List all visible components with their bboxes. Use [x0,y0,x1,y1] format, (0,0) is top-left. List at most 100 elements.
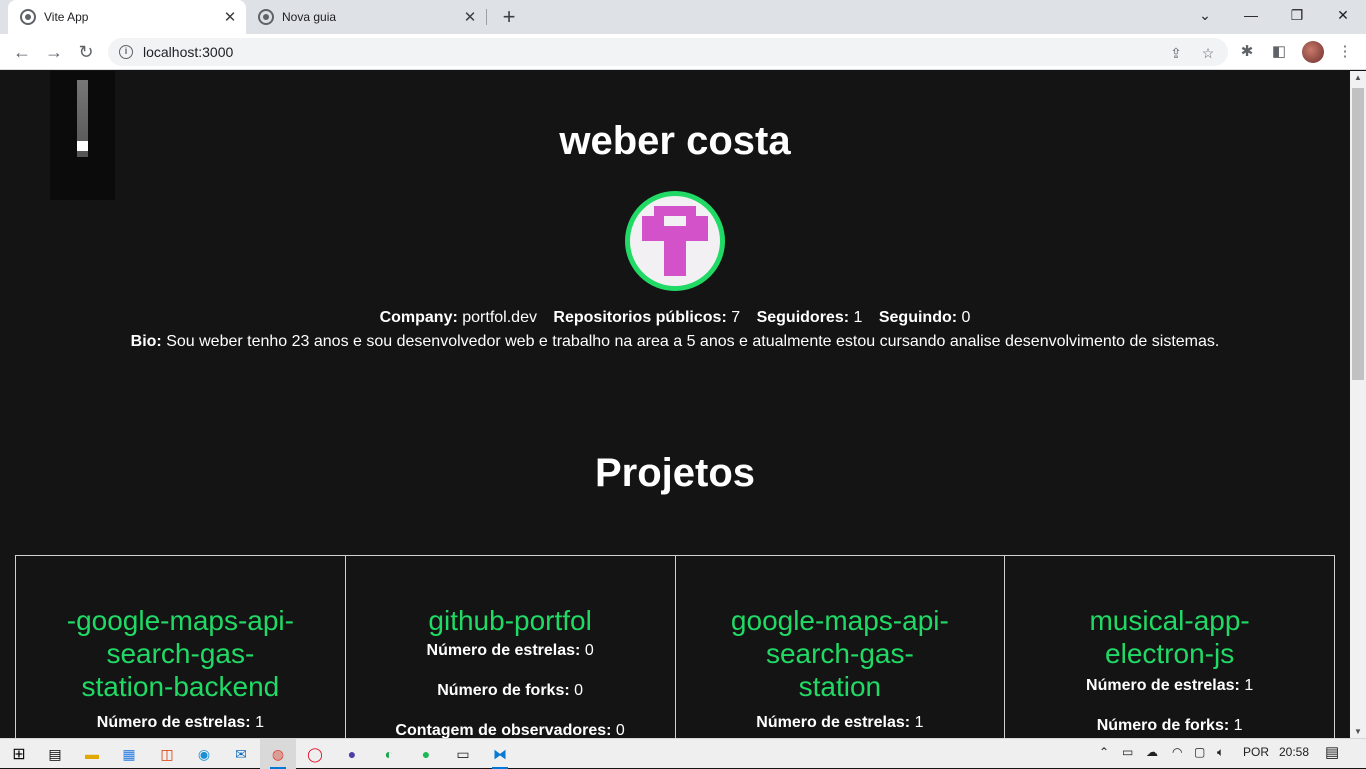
project-card: github-portfol Número de estrelas: 0 Núm… [344,555,676,738]
meta-label: Número de estrelas: [756,714,911,731]
reload-icon[interactable]: ↻ [72,38,100,66]
screen-icon[interactable]: ▢ [1194,745,1205,759]
file-explorer-icon[interactable]: ▬ [82,744,102,764]
close-window-button[interactable]: ✕ [1320,0,1366,30]
chrome-icon [258,9,274,25]
avatar-pixel [642,216,664,241]
project-name-link[interactable]: github-portfol [346,604,675,637]
project-forks: Número de forks: 0 [346,681,675,701]
scrollbar-thumb[interactable] [1352,88,1364,380]
opera-icon[interactable]: ◯ [305,744,325,764]
chrome-taskbar-icon[interactable]: ◍ [268,744,288,769]
forward-arrow-icon[interactable]: → [40,38,68,66]
spotify-icon[interactable]: ● [416,744,436,764]
meta-value: 1 [1244,677,1254,694]
stat-company: Company: portfol.dev [380,309,537,326]
project-name-line: -google-maps-api- [66,605,294,636]
bio-label: Bio: [130,333,162,350]
meta-label: Número de estrelas: [96,714,251,731]
profile-stats: Company: portfol.dev Repositorios públic… [0,309,1350,327]
stat-following: Seguindo: 0 [879,309,971,326]
wifi-icon[interactable]: ◠ [1172,745,1182,759]
projects-grid: -google-maps-api- search-gas- station-ba… [15,555,1335,738]
scroll-down-arrow-icon[interactable]: ▼ [1354,727,1362,736]
app-icon[interactable]: ● [342,744,362,764]
meta-value: 0 [615,722,625,738]
meta-label: Número de estrelas: [1086,677,1240,694]
project-name-link[interactable]: -google-maps-api- search-gas- station-ba… [16,604,345,703]
stat-label: Seguidores: [756,309,850,326]
project-name-line: station-backend [81,671,280,702]
tab-nova-guia[interactable]: Nova guia ✕ [246,0,486,34]
project-card: musical-app- electron-js Número de estre… [1004,555,1335,738]
meta-label: Contagem de observadores: [395,722,612,738]
page-scrollbar[interactable]: ▲ ▼ [1350,71,1366,738]
project-stars: Número de estrelas: 0 [346,641,675,661]
scroll-up-arrow-icon[interactable]: ▲ [1354,73,1362,82]
language-indicator[interactable]: POR [1243,745,1269,759]
meta-value: 0 [574,682,584,699]
url-text[interactable]: localhost:3000 [143,44,233,60]
meta-value: 0 [584,642,594,659]
stat-label: Repositorios públicos: [553,309,727,326]
meta-value: 1 [255,714,264,731]
site-info-icon[interactable]: i [119,45,133,59]
side-panel-icon[interactable]: ◧ [1268,40,1290,62]
volume-icon[interactable]: 🔈︎ [1217,745,1224,760]
address-bar[interactable]: i localhost:3000 ⇪ ☆ [108,38,1228,66]
app-icon[interactable]: ◐ [379,744,399,764]
project-stars: Número de estrelas: 1 [676,713,1005,733]
clock[interactable]: 20:58 [1279,745,1309,759]
stat-public-repos: Repositorios públicos: 7 [553,309,740,326]
battery-icon[interactable]: ▭ [1122,745,1133,759]
tray-chevron-icon[interactable]: ⌃ [1099,745,1109,759]
avatar-pixel [664,241,686,276]
onedrive-icon[interactable]: ☁ [1146,745,1158,759]
restore-button[interactable]: ❐ [1274,0,1320,30]
stat-value: 7 [731,309,741,326]
browser-toolbar: ← → ↻ i localhost:3000 ⇪ ☆ ✱ ◧ ⋮ [0,34,1366,70]
project-card: google-maps-api- search-gas- station Núm… [674,555,1006,738]
task-view-icon[interactable]: ▤ [45,744,65,764]
project-name-line: search-gas- [765,638,914,669]
mail-icon[interactable]: ✉ [231,744,251,764]
minimize-button[interactable]: — [1228,0,1274,30]
project-name-line: google-maps-api- [730,605,949,636]
meta-label: Número de forks: [1096,717,1230,734]
close-tab-icon[interactable]: ✕ [220,7,240,27]
profile-avatar-icon[interactable] [1302,41,1324,63]
project-name-line: electron-js [1105,638,1235,669]
terminal-icon[interactable]: ▭ [453,744,473,764]
edge-icon[interactable]: ◉ [194,744,214,764]
close-tab-icon[interactable]: ✕ [460,7,480,27]
tab-search-chevron-icon[interactable]: ⌄ [1182,0,1228,30]
project-name-line: search-gas- [106,638,255,669]
stat-value: portfol.dev [462,309,537,326]
meta-label: Número de estrelas: [426,642,581,659]
tab-title: Nova guia [282,10,337,24]
extensions-puzzle-icon[interactable]: ✱ [1236,40,1258,62]
stat-followers: Seguidores: 1 [757,309,863,326]
new-tab-button[interactable]: + [496,4,522,29]
back-arrow-icon[interactable]: ← [8,38,36,66]
windows-start-icon[interactable]: ⊞ [9,744,29,764]
bookmark-star-icon[interactable]: ☆ [1198,43,1218,63]
avatar-pixel [686,216,708,241]
notifications-icon[interactable]: ▤ [1325,743,1339,761]
office-icon[interactable]: ◫ [157,744,177,764]
vscode-icon[interactable]: ⧓ [490,744,510,769]
meta-value: 1 [1233,717,1243,734]
page-viewport: weber costa Company: portfol.dev Reposit… [0,71,1350,738]
bio-text: Sou weber tenho 23 anos e sou desenvolve… [166,333,1220,350]
menu-kebab-icon[interactable]: ⋮ [1334,40,1356,62]
windows-taskbar: ⊞ ▤ ▬ ▦ ◫ ◉ ✉ ◍ ◯ ● ◐ ● ▭ ⧓ ⌃ ▭ ☁ ◠ ▢ 🔈︎… [0,738,1366,769]
avatar-pixel [654,206,696,216]
project-name-link[interactable]: google-maps-api- search-gas- station [676,604,1005,703]
project-name-line: station [798,671,882,702]
tab-vite-app[interactable]: Vite App ✕ [8,0,246,34]
share-icon[interactable]: ⇪ [1166,43,1186,63]
project-name-link[interactable]: musical-app- electron-js [1005,604,1334,670]
stat-value: 1 [853,309,863,326]
project-name-line: github-portfol [428,605,592,636]
store-icon[interactable]: ▦ [119,744,139,764]
